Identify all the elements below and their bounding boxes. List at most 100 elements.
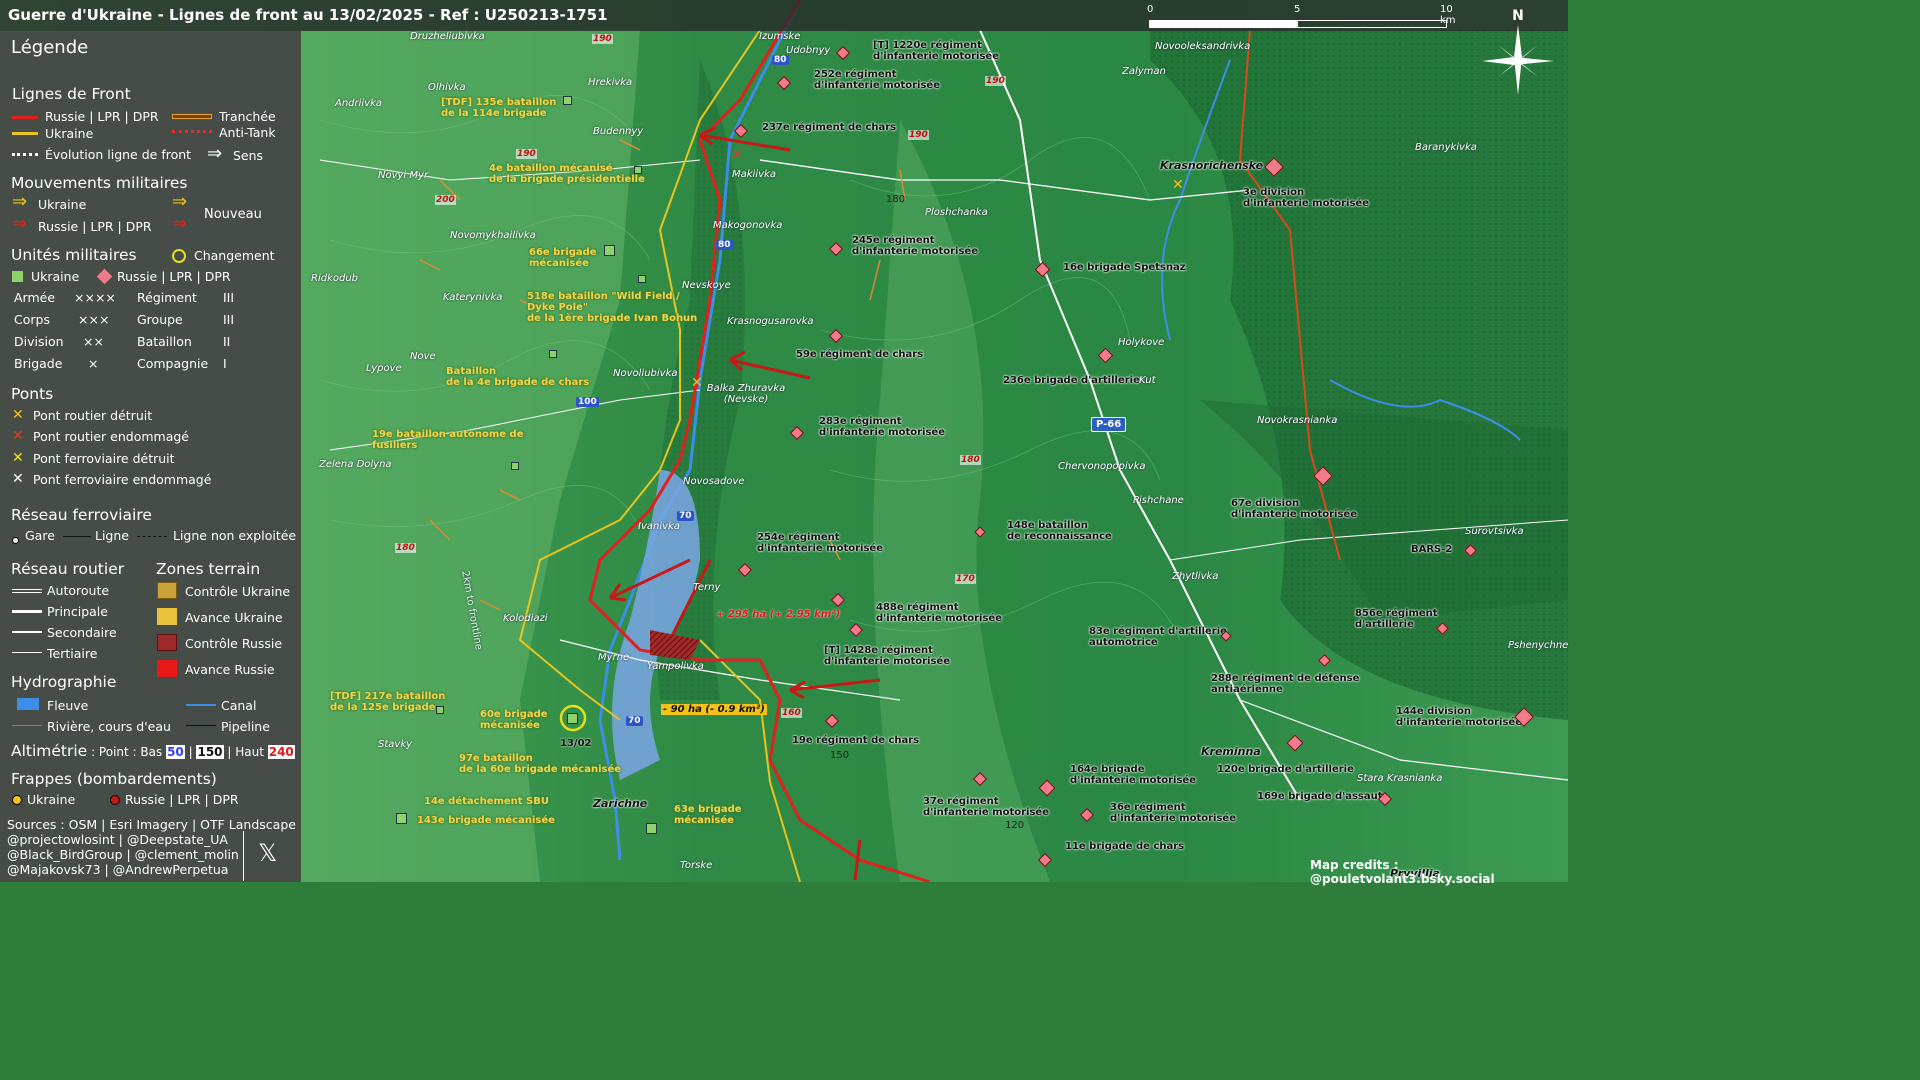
russia-unit-label[interactable]: BARS-2 bbox=[1411, 544, 1452, 555]
russia-unit-label[interactable]: 67e division d'infanterie motorisée bbox=[1231, 498, 1357, 520]
road-number-label: 180 bbox=[960, 455, 981, 465]
town-label: Novokrasnianka bbox=[1257, 415, 1338, 426]
legend-strike-ukraine: Ukraine bbox=[27, 792, 76, 807]
ukraine-unit-label[interactable]: 60e brigade mécanisée bbox=[480, 709, 548, 731]
russia-unit-label[interactable]: 37e régiment d'infanterie motorisée bbox=[923, 796, 1049, 818]
unit-size-corps-symbol: ××× bbox=[78, 312, 110, 327]
road-bridge-destroyed-icon: ✕ bbox=[1172, 177, 1184, 193]
altimetry-sep1: | bbox=[188, 745, 193, 759]
change-marker-date: 13/02 bbox=[560, 738, 592, 749]
ukraine-unit-marker-icon[interactable] bbox=[563, 96, 572, 105]
ukraine-unit-label[interactable]: 66e brigade mécanisée bbox=[529, 247, 597, 269]
rail-bridge-damaged-icon: ✕ bbox=[12, 471, 24, 487]
ukraine-unit-marker-icon[interactable] bbox=[549, 350, 557, 358]
russia-unit-label[interactable]: 856e régiment d'artillerie bbox=[1355, 608, 1438, 630]
russia-unit-label[interactable]: 11e brigade de chars bbox=[1065, 841, 1184, 852]
x-logo-icon[interactable]: 𝕏 bbox=[258, 841, 282, 865]
ukraine-unit-label[interactable]: 97e bataillon de la 60e brigade mécanisé… bbox=[459, 753, 621, 775]
ukraine-unit-label[interactable]: 14e détachement SBU bbox=[424, 796, 549, 807]
ukraine-unit-label[interactable]: 518e bataillon "Wild Field / Dyke Pole" … bbox=[527, 291, 697, 324]
russia-unit-label[interactable]: 236e brigade d'artillerie bbox=[1003, 375, 1140, 386]
russia-unit-label[interactable]: 59e régiment de chars bbox=[796, 349, 923, 360]
russia-unit-label[interactable]: 36e régiment d'infanterie motorisée bbox=[1110, 802, 1236, 824]
russia-unit-label[interactable]: 237e régiment de chars bbox=[762, 122, 896, 133]
road-number-label: 200 bbox=[435, 195, 456, 205]
road-number-label: 190 bbox=[592, 34, 613, 44]
russia-unit-label[interactable]: [T] 1428e régiment d'infanterie motorisé… bbox=[824, 645, 950, 667]
town-label: Novyi Myr bbox=[378, 170, 429, 181]
town-label: Novomykhailivka bbox=[450, 230, 536, 241]
altimetry-low: 50 bbox=[166, 745, 185, 759]
town-label: Pshenychne bbox=[1508, 640, 1569, 651]
legend-move-new: Nouveau bbox=[204, 207, 262, 222]
ukraine-unit-label[interactable]: 4e bataillon mécanisé de la brigade prés… bbox=[489, 163, 645, 185]
russia-unit-label[interactable]: 488e régiment d'infanterie motorisée bbox=[876, 602, 1002, 624]
legend-bridge-road-damaged: Pont routier endommagé bbox=[33, 429, 189, 444]
road-number-label: 190 bbox=[908, 130, 929, 140]
legend-altimetry: Altimétrie : Point : Bas 50 | 150 | Haut… bbox=[11, 742, 295, 760]
secondary-road-swatch bbox=[12, 631, 42, 633]
unit-size-division-symbol: ×× bbox=[83, 334, 104, 349]
russia-unit-label[interactable]: 252e régiment d'infanterie motorisée bbox=[814, 69, 940, 91]
altitude-point: 180 bbox=[886, 194, 906, 205]
russia-unit-label[interactable]: 148e bataillon de reconnaissance bbox=[1007, 520, 1112, 542]
legend-movements-header: Mouvements militaires bbox=[11, 174, 188, 192]
ukraine-unit-marker-icon[interactable] bbox=[511, 462, 519, 470]
town-label: Baranykivka bbox=[1415, 142, 1477, 153]
russia-unit-label[interactable]: 283e régiment d'infanterie motorisée bbox=[819, 416, 945, 438]
stream-swatch bbox=[12, 725, 42, 726]
russia-unit-label[interactable]: 120e brigade d'artillerie bbox=[1217, 764, 1354, 775]
town-label: Torske bbox=[680, 860, 713, 871]
legend-unit-change: Changement bbox=[194, 248, 275, 263]
ukraine-unit-marker-icon[interactable] bbox=[646, 823, 657, 834]
ukraine-unit-marker-icon[interactable] bbox=[604, 245, 615, 256]
ukraine-unit-label[interactable]: Bataillon de la 4e brigade de chars bbox=[446, 366, 589, 388]
scale-tick-0: 0 bbox=[1147, 4, 1154, 15]
ukraine-unit-marker-icon[interactable] bbox=[634, 166, 642, 174]
russia-unit-label[interactable]: 169e brigade d'assaut bbox=[1257, 791, 1383, 802]
legend-hydro-header: Hydrographie bbox=[11, 673, 117, 691]
legend-move-ukraine: Ukraine bbox=[38, 197, 87, 212]
russia-unit-label[interactable]: 288e régiment de défense antiaérienne bbox=[1211, 673, 1359, 695]
change-circle-icon bbox=[172, 249, 186, 263]
russia-unit-label[interactable]: 254e régiment d'infanterie motorisée bbox=[757, 532, 883, 554]
scale-bar-graphic bbox=[1149, 20, 1447, 28]
ukraine-unit-marker-icon[interactable] bbox=[396, 813, 407, 824]
town-label: Olhivka bbox=[428, 82, 466, 93]
russia-unit-label[interactable]: 19e régiment de chars bbox=[792, 735, 919, 746]
ukraine-unit-label[interactable]: [TDF] 217e bataillon de la 125e brigade bbox=[330, 691, 445, 713]
russia-unit-label[interactable]: 16e brigade Spetsnaz bbox=[1063, 262, 1186, 273]
unit-size-corps: Corps bbox=[14, 312, 50, 327]
ukraine-unit-label[interactable]: [TDF] 135e bataillon de la 114e brigade bbox=[441, 97, 556, 119]
russia-unit-label[interactable]: [T] 1220e régiment d'infanterie motorisé… bbox=[873, 40, 999, 62]
ukraine-unit-label[interactable]: 143e brigade mécanisée bbox=[417, 815, 555, 826]
legend-rail-header: Réseau ferroviaire bbox=[11, 506, 152, 524]
unit-size-battalion: Bataillon bbox=[137, 334, 192, 349]
town-label: Balka Zhuravka (Nevske) bbox=[706, 383, 786, 405]
russia-unit-label[interactable]: 144e division d'infanterie motorisée bbox=[1396, 706, 1522, 728]
ukraine-unit-marker-icon[interactable] bbox=[638, 275, 646, 283]
altimetry-header: Altimétrie bbox=[11, 742, 88, 760]
town-label: Nove bbox=[410, 351, 436, 362]
sources-line-2: @projectowlosint | @Deepstate_UA bbox=[7, 832, 228, 847]
ukraine-unit-label[interactable]: 63e brigade mécanisée bbox=[674, 804, 742, 826]
legend-bridge-rail-damaged: Pont ferroviaire endommagé bbox=[33, 472, 212, 487]
unit-size-regiment-symbol: III bbox=[223, 290, 235, 305]
zone-advance-russia-swatch bbox=[157, 660, 177, 677]
russia-unit-label[interactable]: 3e division d'infanterie motorisée bbox=[1243, 187, 1369, 209]
ukraine-unit-marker-icon[interactable] bbox=[436, 706, 444, 714]
russia-unit-label[interactable]: 83e régiment d'artillerie automotrice bbox=[1089, 626, 1227, 648]
town-label: Makogonovka bbox=[713, 220, 783, 231]
road-number-label: 100 bbox=[576, 397, 599, 407]
town-label: Chervonopopivka bbox=[1058, 461, 1146, 472]
unit-size-battalion-symbol: II bbox=[223, 334, 231, 349]
legend-rail-station: Gare bbox=[25, 528, 55, 543]
new-ukraine-move-icon: ⇒ bbox=[172, 191, 188, 212]
legend-title: Légende bbox=[11, 37, 89, 58]
legend-road-tertiary: Tertiaire bbox=[47, 646, 98, 661]
russia-unit-label[interactable]: 164e brigade d'infanterie motorisée bbox=[1070, 764, 1196, 786]
ukraine-unit-marker-icon[interactable] bbox=[567, 713, 578, 724]
map-credits: Map credits : @pouletvolant3.bsky.social bbox=[1310, 858, 1495, 886]
ukraine-unit-label[interactable]: 19e bataillon autonome de fusiliers bbox=[372, 429, 524, 451]
russia-unit-label[interactable]: 245e régiment d'infanterie motorisée bbox=[852, 235, 978, 257]
